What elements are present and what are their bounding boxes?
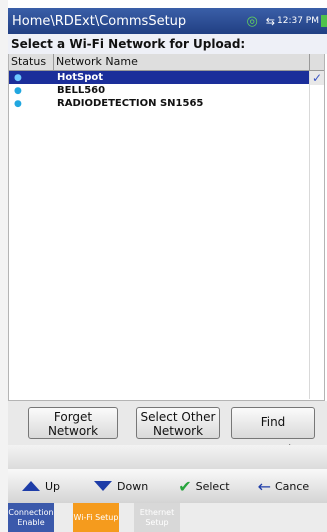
checkmark-icon: ✔ (178, 476, 192, 496)
table-row[interactable]: ● BELL560 (9, 84, 324, 97)
forget-label-line2: Network (47, 424, 99, 438)
network-list: ● HotSpot ✓ ● BELL560 ● RADIODETECTION S… (9, 70, 324, 110)
other-label-line1: Select Other (140, 410, 216, 424)
navigation-bar: Up Down ✔ Select ← Cance (8, 469, 327, 503)
breadcrumb: Home\RDExt\CommsSetup (12, 13, 187, 29)
forget-label-line1: Forget (53, 410, 93, 424)
other-label-line2: Network (152, 424, 204, 438)
network-name-column-header: Network Name (54, 54, 310, 70)
clock: 12:37 PM (277, 16, 319, 26)
network-table: Status Network Name ● HotSpot ✓ ● BELL56… (8, 54, 325, 401)
forget-network-button[interactable]: Forget Network (28, 407, 118, 439)
table-header: Status Network Name (9, 54, 324, 71)
eth-label-line1: Ethernet (139, 507, 175, 517)
wifi-icon: ● (14, 98, 22, 109)
table-row[interactable]: ● HotSpot ✓ (9, 70, 324, 85)
title-bar: Home\RDExt\CommsSetup ◎ ⇆ 12:37 PM (8, 8, 327, 34)
eth-label-line2: Setup (145, 517, 169, 527)
tab-ethernet-setup: Ethernet Setup (134, 503, 180, 532)
conn-label-line2: Enable (17, 517, 45, 527)
wifi-icon: ● (14, 85, 22, 96)
device-screen: Home\RDExt\CommsSetup ◎ ⇆ 12:37 PM Selec… (0, 0, 327, 532)
tab-connection-enable[interactable]: Connection Enable (8, 503, 54, 532)
up-arrow-icon (22, 481, 40, 491)
table-row[interactable]: ● RADIODETECTION SN1565 (9, 97, 324, 110)
up-label: Up (45, 479, 61, 493)
spacer-strip (8, 445, 327, 469)
network-name: RADIODETECTION SN1565 (57, 98, 204, 109)
wifi-icon: ◎ (246, 13, 258, 29)
scrollbar[interactable] (309, 71, 324, 399)
network-name: HotSpot (57, 72, 104, 83)
select-label: Select (195, 479, 230, 493)
network-name: BELL560 (57, 85, 106, 96)
battery-icon (321, 15, 327, 27)
up-button[interactable]: Up (22, 480, 60, 493)
tab-wifi-setup[interactable]: Wi-Fi Setup (73, 503, 119, 532)
down-button[interactable]: Down (94, 480, 148, 493)
cancel-button[interactable]: ← Cance (258, 477, 310, 496)
bottom-tabs: Connection Enable Wi-Fi Setup Ethernet Set… (8, 503, 327, 532)
select-other-network-button[interactable]: Select Other Network (136, 407, 220, 439)
cancel-label: Cance (274, 479, 310, 493)
status-column-header: Status (9, 54, 54, 70)
wifi-icon: ● (14, 72, 22, 83)
back-arrow-icon: ← (257, 476, 271, 496)
page-title: Select a Wi-Fi Network for Upload: (8, 34, 327, 54)
conn-label-line1: Connection (8, 507, 54, 517)
sync-icon: ⇆ (265, 14, 275, 28)
down-label: Down (117, 479, 149, 493)
screen-bezel (0, 0, 8, 532)
action-bar: Forget Network Select Other Network Find… (8, 401, 327, 457)
select-button[interactable]: ✔ Select (178, 477, 229, 496)
down-arrow-icon (94, 481, 113, 491)
check-column-header (310, 54, 324, 70)
find-networks-button[interactable]: Find Networks (231, 407, 315, 457)
